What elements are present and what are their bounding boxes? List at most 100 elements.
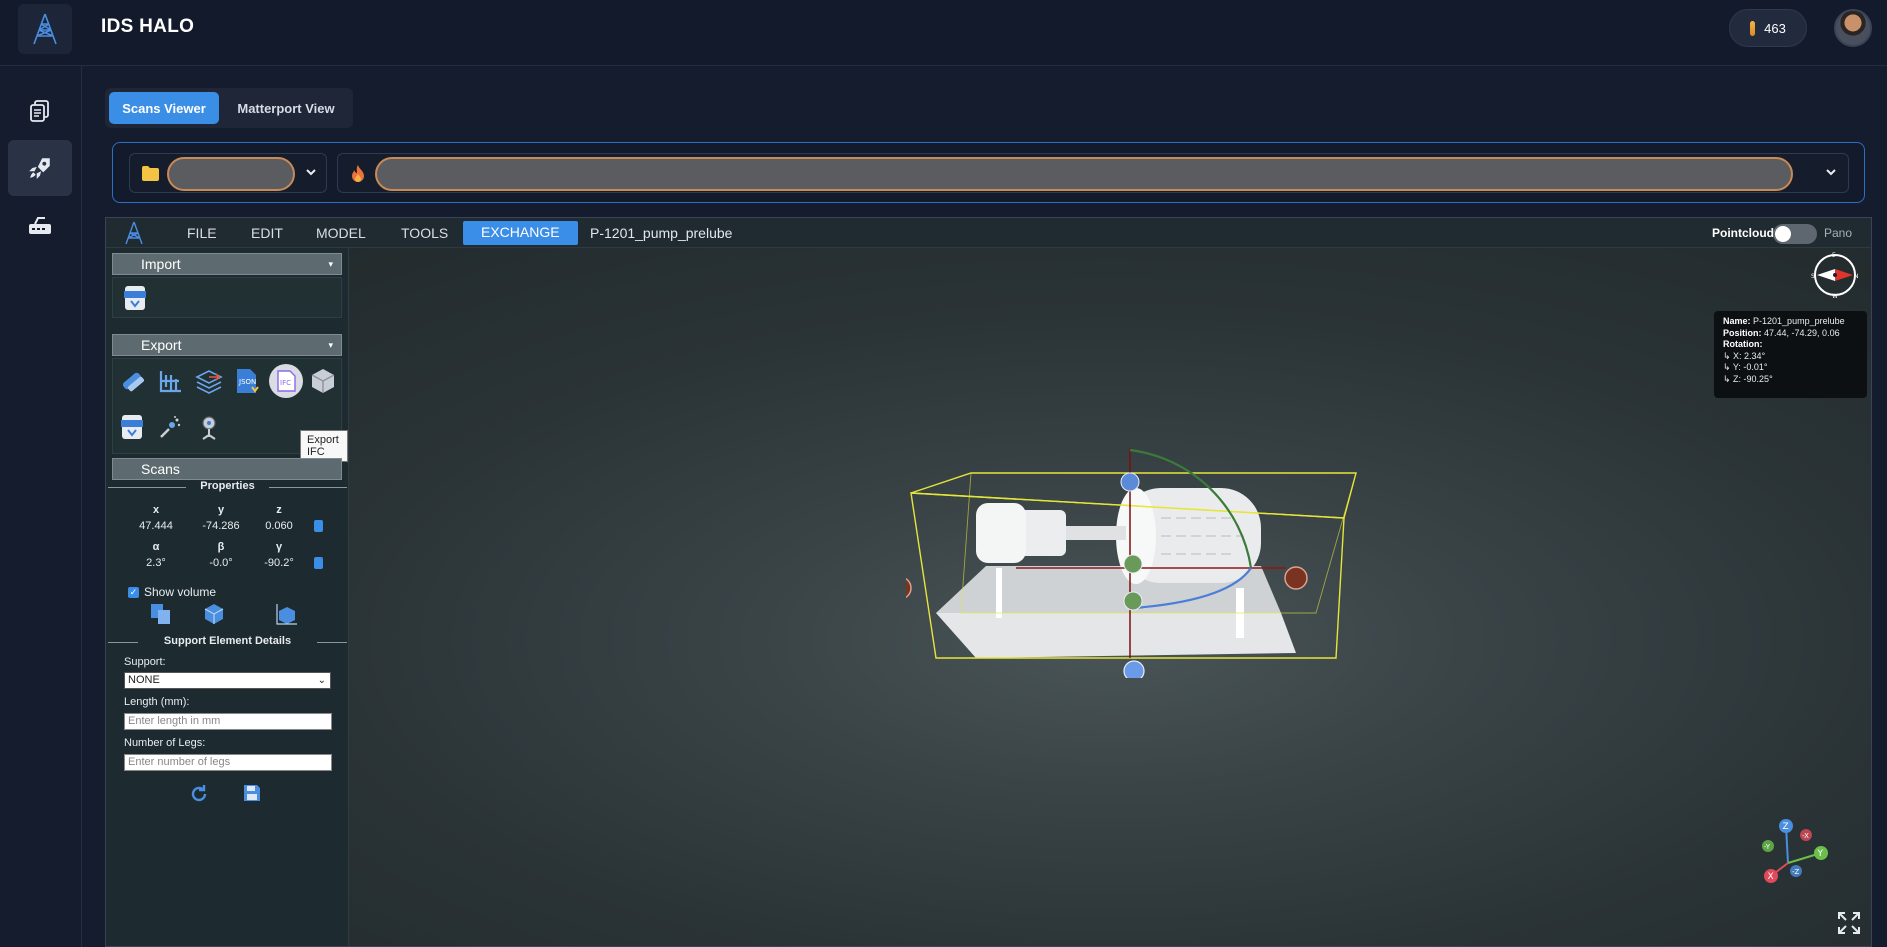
rot-beta-label: β <box>217 541 225 553</box>
project-dropdown[interactable] <box>129 153 327 193</box>
svg-text:X: X <box>1768 872 1774 882</box>
svg-text:-X: -X <box>1802 832 1809 840</box>
svg-text:E: E <box>1832 252 1836 259</box>
rail-documents[interactable] <box>8 83 72 139</box>
chevron-down-icon: ⌄ <box>317 675 326 686</box>
export-psmm-icon[interactable] <box>119 413 147 441</box>
scan-dropdown[interactable] <box>337 153 1849 193</box>
export-label: Export <box>141 337 182 353</box>
info-name-value: P-1201_pump_prelube <box>1753 316 1845 326</box>
rot-gamma-value[interactable]: -90.2° <box>249 557 309 569</box>
legs-input[interactable]: Enter number of legs <box>124 754 332 771</box>
box-icon[interactable] <box>202 602 226 626</box>
show-volume-checkbox[interactable]: ✓ <box>128 586 139 598</box>
pos-x-value[interactable]: 47.444 <box>126 520 186 532</box>
pos-y-value[interactable]: -74.286 <box>191 520 251 532</box>
scan-selector-panel <box>112 142 1865 203</box>
export-json-icon[interactable]: JSON <box>233 367 261 395</box>
rot-alpha-value[interactable]: 2.3° <box>126 557 186 569</box>
length-label: Length (mm): <box>124 696 190 708</box>
svg-text:-Y: -Y <box>1764 843 1771 851</box>
scan-dropdown-value <box>375 157 1793 191</box>
pos-z-label: z <box>276 504 282 516</box>
app-logo[interactable] <box>18 4 72 54</box>
export-section-header[interactable]: Export ▾ <box>112 334 342 356</box>
rail-launch[interactable] <box>8 140 72 196</box>
rot-gamma-label: γ <box>275 541 283 553</box>
menu-file[interactable]: FILE <box>187 225 217 241</box>
rocket-icon <box>29 158 50 179</box>
rot-alpha-label: α <box>152 541 160 553</box>
rot-beta-value[interactable]: -0.0° <box>191 557 251 569</box>
compass-icon[interactable]: E W S N <box>1811 251 1859 299</box>
show-volume-label: Show volume <box>144 585 217 599</box>
menu-edit[interactable]: EDIT <box>251 225 283 241</box>
copy-position-icon[interactable] <box>314 520 323 532</box>
import-icons <box>112 277 342 318</box>
credits-badge[interactable]: 463 <box>1729 9 1807 47</box>
menu-tools[interactable]: TOOLS <box>401 225 448 241</box>
import-section-header[interactable]: Import ▾ <box>112 253 342 275</box>
user-avatar[interactable] <box>1834 9 1872 47</box>
export-layers-icon[interactable] <box>195 367 223 395</box>
import-psmm-icon[interactable] <box>122 284 150 312</box>
export-pointcloud-icon[interactable] <box>157 413 185 441</box>
info-rot-y: Y: -0.01° <box>1732 362 1768 372</box>
save-icon[interactable] <box>242 783 262 803</box>
documents-icon <box>30 100 49 122</box>
caret-down-icon: ▾ <box>328 340 333 350</box>
fire-icon <box>352 165 364 182</box>
3d-viewer[interactable]: FILE EDIT MODEL TOOLS EXCHANGE P-1201_pu… <box>105 217 1872 947</box>
length-input[interactable]: Enter length in mm <box>124 713 332 730</box>
export-3d-model-icon[interactable] <box>309 367 337 395</box>
scanner-icon <box>29 217 51 234</box>
top-bar: IDS HALO 463 <box>0 0 1887 66</box>
selection-info-panel: Name: P-1201_pump_prelube Position: 47.4… <box>1714 311 1867 398</box>
project-dropdown-value <box>167 157 295 191</box>
export-steel-icon[interactable] <box>157 367 185 395</box>
chevron-down-icon <box>305 166 319 180</box>
import-label: Import <box>141 256 181 272</box>
pointcloud-label: Pointcloud <box>1712 226 1774 240</box>
copy-rotation-icon[interactable] <box>314 557 323 569</box>
model-file-name: P-1201_pump_prelube <box>590 225 733 241</box>
export-ifc-button[interactable]: IFC <box>269 364 303 398</box>
svg-text:IFC: IFC <box>280 379 291 387</box>
export-scanner-icon[interactable] <box>195 413 223 441</box>
show-volume-option[interactable]: ✓ Show volume <box>128 585 216 599</box>
caret-down-icon: ▾ <box>328 259 333 269</box>
duplicate-icon[interactable] <box>149 602 173 626</box>
tab-scans-viewer[interactable]: Scans Viewer <box>109 92 219 124</box>
support-select-value: NONE <box>128 674 160 686</box>
support-label: Support: <box>124 656 166 668</box>
left-rail <box>0 66 82 947</box>
tower-logo-icon <box>33 13 57 45</box>
svg-text:Y: Y <box>1817 849 1824 859</box>
info-rot-x: X: 2.34° <box>1733 350 1766 361</box>
pointcloud-pano-toggle[interactable] <box>1773 224 1817 244</box>
viewer-menubar: FILE EDIT MODEL TOOLS EXCHANGE P-1201_pu… <box>106 218 1871 248</box>
info-rotation-label: Rotation: <box>1723 339 1763 349</box>
tab-matterport-view[interactable]: Matterport View <box>223 92 349 124</box>
export-pipes-icon[interactable] <box>119 367 147 395</box>
bounding-box-icon[interactable] <box>275 602 299 626</box>
exchange-panel: Import ▾ Export ▾ JSON IFC Export IFC Sc… <box>106 248 349 946</box>
info-position-value: 47.44, -74.29, 0.06 <box>1764 327 1840 338</box>
svg-text:JSON: JSON <box>238 378 256 386</box>
credits-count: 463 <box>1764 20 1786 36</box>
scans-section-header[interactable]: Scans <box>112 458 342 480</box>
svg-text:Z: Z <box>1783 822 1789 832</box>
viewer-logo-icon <box>125 221 143 245</box>
support-select[interactable]: NONE ⌄ <box>124 672 331 689</box>
svg-text:N: N <box>1854 273 1859 280</box>
pos-z-value[interactable]: 0.060 <box>249 520 309 532</box>
menu-model[interactable]: MODEL <box>316 225 366 241</box>
reset-icon[interactable] <box>188 783 210 805</box>
menu-exchange[interactable]: EXCHANGE <box>463 221 578 245</box>
rail-scanner[interactable] <box>8 197 72 253</box>
fullscreen-icon[interactable] <box>1836 910 1862 936</box>
axes-gizmo-icon[interactable]: Z Y X -X -Y -Z <box>1746 818 1846 908</box>
pump-model-3d[interactable] <box>906 418 1386 678</box>
properties-title: Properties <box>106 480 349 492</box>
chevron-down-icon <box>1825 166 1839 180</box>
